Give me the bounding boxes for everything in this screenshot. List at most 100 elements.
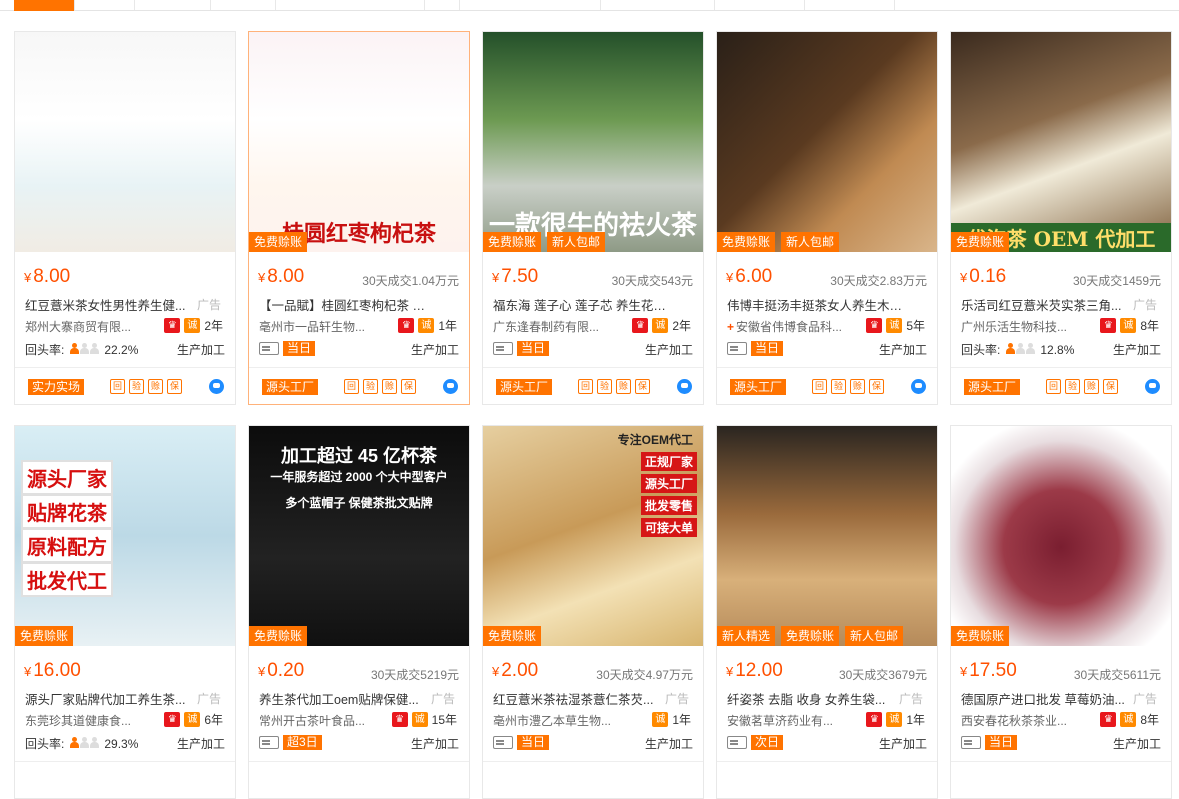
product-title[interactable]: 【一品賦】桂圆红枣枸杞茶 一盒18... <box>259 295 435 314</box>
integrity-icon: 诚 <box>184 318 201 333</box>
product-image[interactable]: 加工超过 45 亿杯茶 一年服务超过 2000 个大中型客户 多个蓝帽子 保健茶批文… <box>249 426 469 646</box>
currency-symbol: ¥ <box>258 664 266 679</box>
trust-badges: ♛ 诚 15年 <box>391 711 457 728</box>
service-icons: 回验赊保 <box>578 379 650 394</box>
product-image[interactable]: 源头厂家 贴牌花茶 原料配方 批发代工 免费赊账 <box>15 426 235 646</box>
product-card[interactable]: 桂圆红枣枸杞茶 免费赊账 ¥8.00 30天成交1.04万元 【一品賦】桂圆红枣枸杞茶 … <box>248 31 470 405</box>
service-icon: 验 <box>597 379 612 394</box>
repurchase-rate: 29.3% <box>104 736 139 751</box>
product-title[interactable]: 红豆薏米茶女性男性养生健... <box>25 295 201 314</box>
truck-icon <box>259 736 279 749</box>
product-image[interactable]: 桂圆红枣枸杞茶 免费赊账 <box>249 32 469 252</box>
chat-icon[interactable] <box>443 379 458 394</box>
product-title[interactable]: 伟博丰挺汤丰挺茶女人养生木瓜葛... <box>727 295 903 314</box>
crown-icon: ♛ <box>164 318 181 333</box>
process-type: 生产加工 <box>878 737 927 751</box>
product-card[interactable]: 免费赊账新人包邮 ¥6.00 30天成交2.83万元伟博丰挺汤丰挺茶女人养生木瓜葛.… <box>716 31 938 405</box>
product-card[interactable]: 一款很牛的祛火茶 免费赊账 新人包邮 ¥7.50 30天成交543元 福东海 莲子心 莲子… <box>482 31 704 405</box>
years-badge: 1年 <box>906 713 925 727</box>
truck-icon <box>727 736 747 749</box>
truck-icon <box>493 736 513 749</box>
product-image[interactable] <box>15 32 235 252</box>
product-card[interactable]: 专注OEM代工 正规厂家 源头工厂 批发零售 可接大单 免费赊账 ¥2.00 30天成交4.9… <box>482 425 704 799</box>
service-row: 回头率: 12.8% <box>961 341 1074 358</box>
company-name[interactable]: 安徽省伟博食品科... <box>727 318 867 335</box>
service-icon: 回 <box>344 379 359 394</box>
filter-tab[interactable] <box>714 0 804 10</box>
header-line: 一年服务超过 2000 个大中型客户 <box>270 470 448 484</box>
sales-volume: 30天成交3679元 <box>838 668 927 682</box>
service-icon: 验 <box>363 379 378 394</box>
product-card[interactable]: 加工超过 45 亿杯茶 一年服务超过 2000 个大中型客户 多个蓝帽子 保健茶批文… <box>248 425 470 799</box>
product-card[interactable]: 代泡茶 OEM 代加工 免费赊账 ¥0.16 30天成交1459元 乐活司红豆薏米芡实茶… <box>950 31 1172 405</box>
product-title[interactable]: 福东海 莲子心 莲子芯 养生花茶150... <box>493 295 669 314</box>
product-title[interactable]: 红豆薏米茶祛湿茶薏仁茶芡... <box>493 689 669 708</box>
years-badge: 1年 <box>438 319 457 333</box>
filter-tab[interactable] <box>804 0 894 10</box>
integrity-icon: 诚 <box>418 318 435 333</box>
filter-tab[interactable] <box>74 0 134 10</box>
company-name[interactable]: 亳州市澧乙本草生物... <box>493 712 633 729</box>
company-name[interactable]: 广州乐活生物科技... <box>961 318 1101 335</box>
service-icon: 赊 <box>616 379 631 394</box>
product-title[interactable]: 乐活司红豆薏米芡实茶三角... <box>961 295 1137 314</box>
sales-volume: 30天成交2.83万元 <box>830 274 927 288</box>
product-image[interactable]: 一款很牛的祛火茶 免费赊账 新人包邮 <box>483 32 703 252</box>
product-card[interactable]: ¥8.00 红豆薏米茶女性男性养生健... 广告 郑州大寨商贸有限... ♛ 诚 2年 回头率… <box>14 31 236 405</box>
crown-icon: ♛ <box>391 712 408 727</box>
product-card[interactable]: 源头厂家 贴牌花茶 原料配方 批发代工 免费赊账 ¥16.00 源头厂家贴牌代加工养生茶..… <box>14 425 236 799</box>
chat-icon[interactable] <box>677 379 692 394</box>
promo-tags: 免费赊账 新人包邮 <box>717 232 845 252</box>
chat-icon[interactable] <box>1145 379 1160 394</box>
price: ¥7.50 <box>492 266 538 288</box>
product-title[interactable]: 德国原产进口批发 草莓奶油... <box>961 689 1137 708</box>
company-name[interactable]: 常州开古茶叶食品... <box>259 712 399 729</box>
chat-icon[interactable] <box>911 379 926 394</box>
sales-volume: 30天成交4.97万元 <box>596 668 693 682</box>
company-name[interactable]: 西安春花秋茶茶业... <box>961 712 1101 729</box>
price-min-input[interactable] <box>210 0 276 10</box>
company-name[interactable]: 广东逢春制药有限... <box>493 318 633 335</box>
service-icon: 回 <box>578 379 593 394</box>
product-image[interactable]: 新人精选 免费赊账 新人包邮 <box>717 426 937 646</box>
service-icon: 回 <box>110 379 125 394</box>
filter-tab-active[interactable] <box>14 0 74 11</box>
filter-button[interactable] <box>424 0 460 10</box>
company-name[interactable]: 安徽茗草济药业有... <box>727 712 867 729</box>
chat-icon[interactable] <box>209 379 224 394</box>
service-row: 当日 <box>259 341 316 356</box>
sales-volume: 30天成交1.04万元 <box>362 274 459 288</box>
price: ¥2.00 <box>492 660 538 682</box>
product-title[interactable]: 养生茶代加工oem贴牌保健... <box>259 689 435 708</box>
service-icon: 保 <box>635 379 650 394</box>
service-row: 当日 <box>961 735 1018 750</box>
product-image[interactable]: 代泡茶 OEM 代加工 免费赊账 <box>951 32 1171 252</box>
repurchase-rate: 22.2% <box>104 342 139 357</box>
product-card[interactable]: 免费赊账 ¥17.50 30天成交5611元 德国原产进口批发 草莓奶油... 广告 西安… <box>950 425 1172 799</box>
repurchase-rate: 12.8% <box>1040 342 1075 357</box>
company-name[interactable]: 亳州市一品轩生物... <box>259 318 399 335</box>
filter-tab[interactable] <box>134 0 194 10</box>
product-title[interactable]: 纤姿茶 去脂 收身 女养生袋... <box>727 689 903 708</box>
service-icon: 验 <box>129 379 144 394</box>
ad-label: 广告 <box>1132 692 1157 706</box>
product-title[interactable]: 源头厂家贴牌代加工养生茶... <box>25 689 201 708</box>
filter-tab[interactable] <box>894 0 984 10</box>
company-name[interactable]: 东莞珍其道健康食... <box>25 712 165 729</box>
product-image[interactable]: 免费赊账 新人包邮 <box>717 32 937 252</box>
integrity-icon: 诚 <box>1120 318 1137 333</box>
truck-icon <box>493 342 513 355</box>
service-icon: 保 <box>1103 379 1118 394</box>
product-card[interactable]: 新人精选 免费赊账 新人包邮 ¥12.00 30天成交3679元 纤姿茶 去脂 收身 女养… <box>716 425 938 799</box>
person-icon <box>1026 342 1036 354</box>
price-value: 8.00 <box>267 266 305 287</box>
filter-tab[interactable] <box>600 0 714 10</box>
service-icons: 回验赊保 <box>110 379 182 394</box>
product-image[interactable]: 免费赊账 <box>951 426 1171 646</box>
card-footer <box>15 761 235 798</box>
crown-icon: ♛ <box>1100 318 1117 333</box>
currency-symbol: ¥ <box>492 664 500 679</box>
company-name[interactable]: 郑州大寨商贸有限... <box>25 318 165 335</box>
product-image[interactable]: 专注OEM代工 正规厂家 源头工厂 批发零售 可接大单 免费赊账 <box>483 426 703 646</box>
years-badge: 1年 <box>672 713 691 727</box>
